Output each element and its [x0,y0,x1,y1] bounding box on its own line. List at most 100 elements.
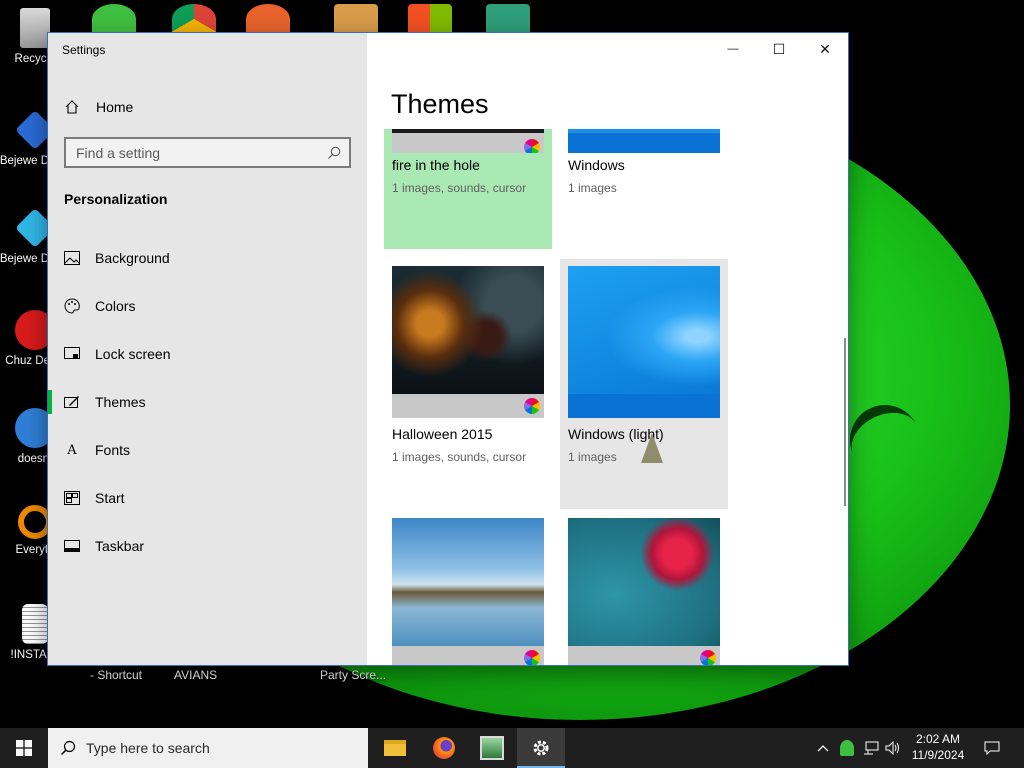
theme-name: Halloween 2015 [392,426,493,442]
sidebar-item-themes[interactable]: Themes [48,382,367,422]
chevron-up-icon [817,745,829,752]
search-icon[interactable] [327,146,341,160]
theme-tile-windows-light[interactable]: Windows (light) 1 images [560,259,728,509]
flower-image [568,518,720,646]
sidebar-item-label: Start [95,490,125,506]
network-icon [864,741,879,755]
start-button[interactable] [0,728,48,768]
desktop-icon-label[interactable]: - Shortcut [90,668,142,682]
sidebar-item-background[interactable]: Background [48,238,367,278]
search-magnifier-icon [18,505,52,539]
minimize-button[interactable]: — [710,33,756,65]
network-button[interactable] [860,728,882,768]
sidebar-item-label: Fonts [95,442,131,458]
settings-window: Settings Home Personalization Background [48,33,848,665]
home-label: Home [96,99,134,115]
taskbar-search-input[interactable] [86,740,346,756]
taskbar: 2:02 AM 11/9/2024 [0,728,1024,768]
desktop-icon-label[interactable]: Party Scre... [320,668,386,682]
section-heading: Personalization [64,191,168,207]
text-file-icon [22,604,48,644]
taskbar-icon [64,538,80,554]
file-explorer-icon [384,740,406,756]
theme-tile-flower[interactable] [560,518,728,665]
themes-grid: fire in the hole 1 images, sounds, curso… [367,129,848,665]
windows-logo-icon [16,740,32,756]
speaker-icon [885,741,899,755]
taskbar-app-game[interactable] [468,728,516,768]
thumb-bar [392,394,544,418]
scrollbar[interactable] [844,338,846,506]
sidebar-item-label: Lock screen [95,346,171,362]
game-icon [480,736,504,760]
settings-gear-icon [533,740,549,756]
palette-icon [64,298,80,314]
firefox-icon [433,737,455,759]
theme-tile-fire-in-the-hole[interactable]: fire in the hole 1 images, sounds, curso… [384,129,552,249]
windows-light-image [568,266,720,394]
theme-thumbnail [392,518,544,665]
theme-thumbnail [392,266,544,418]
sidebar-item-label: Themes [95,394,146,410]
thumb-bar [392,646,544,665]
tray-user-app[interactable] [836,728,858,768]
color-wheel-icon [700,650,716,665]
notification-icon [984,741,1000,756]
desktop-icon-label[interactable]: AVIANS [174,668,217,682]
clock-date: 11/9/2024 [911,748,965,762]
custom-cursor-icon [641,433,663,463]
taskbar-app-file-explorer[interactable] [371,728,419,768]
taskbar-app-settings[interactable] [517,728,565,768]
microsoft-store-icon[interactable] [408,4,452,34]
theme-thumbnail [568,129,720,153]
sidebar-item-fonts[interactable]: A Fonts [48,430,367,470]
theme-desc: 1 images, sounds, cursor [392,181,527,195]
thumb-bar [568,394,720,418]
maximize-icon: ☐ [772,40,786,57]
notifications-button[interactable] [978,728,1006,768]
user-tray-icon [840,740,854,756]
color-wheel-icon [524,650,540,665]
sidebar-item-label: Taskbar [95,538,145,554]
fonts-icon: A [67,442,77,458]
package-icon[interactable] [334,4,378,34]
halloween-image [392,266,544,394]
taskbar-search-box [48,728,368,768]
sidebar-item-taskbar[interactable]: Taskbar [48,526,367,566]
main-content: — ☐ ✕ Themes fire in the hole 1 images, … [367,33,848,665]
minimize-icon: — [727,43,739,55]
theme-name: fire in the hole [392,157,480,173]
sidebar-item-start[interactable]: Start [48,478,367,518]
window-title: Settings [62,43,106,57]
find-setting-input[interactable] [76,144,316,161]
taskbar-app-firefox[interactable] [420,728,468,768]
recycle-bin-icon [20,8,50,48]
character-icon[interactable] [486,4,530,34]
sidebar-item-colors[interactable]: Colors [48,286,367,326]
sidebar-item-lock-screen[interactable]: Lock screen [48,334,367,374]
find-setting-box [64,137,351,168]
search-icon [61,740,76,755]
close-button[interactable]: ✕ [802,33,848,65]
clock-time: 2:02 AM [915,732,961,746]
start-icon [64,490,80,506]
picture-icon [64,250,80,266]
home-link[interactable]: Home [64,95,133,119]
theme-tile-halloween-2015[interactable]: Halloween 2015 1 images, sounds, cursor [384,259,552,509]
theme-tile-beach[interactable] [384,518,552,665]
beach-image [392,518,544,646]
chrome-icon[interactable] [172,4,216,34]
theme-desc: 1 images, sounds, cursor [392,450,527,464]
themes-icon [64,394,80,410]
users-app-icon[interactable] [92,4,136,34]
app-icon-orange[interactable] [246,4,290,34]
color-wheel-icon [524,398,540,414]
theme-thumbnail [392,129,544,153]
maximize-button[interactable]: ☐ [756,33,802,65]
clock[interactable]: 2:02 AM 11/9/2024 [900,731,976,763]
sidebar-item-label: Background [95,250,170,266]
show-hidden-icons-button[interactable] [814,728,832,768]
theme-name: Windows [568,157,625,173]
theme-tile-windows[interactable]: Windows 1 images [560,129,728,249]
theme-thumbnail [568,266,720,418]
